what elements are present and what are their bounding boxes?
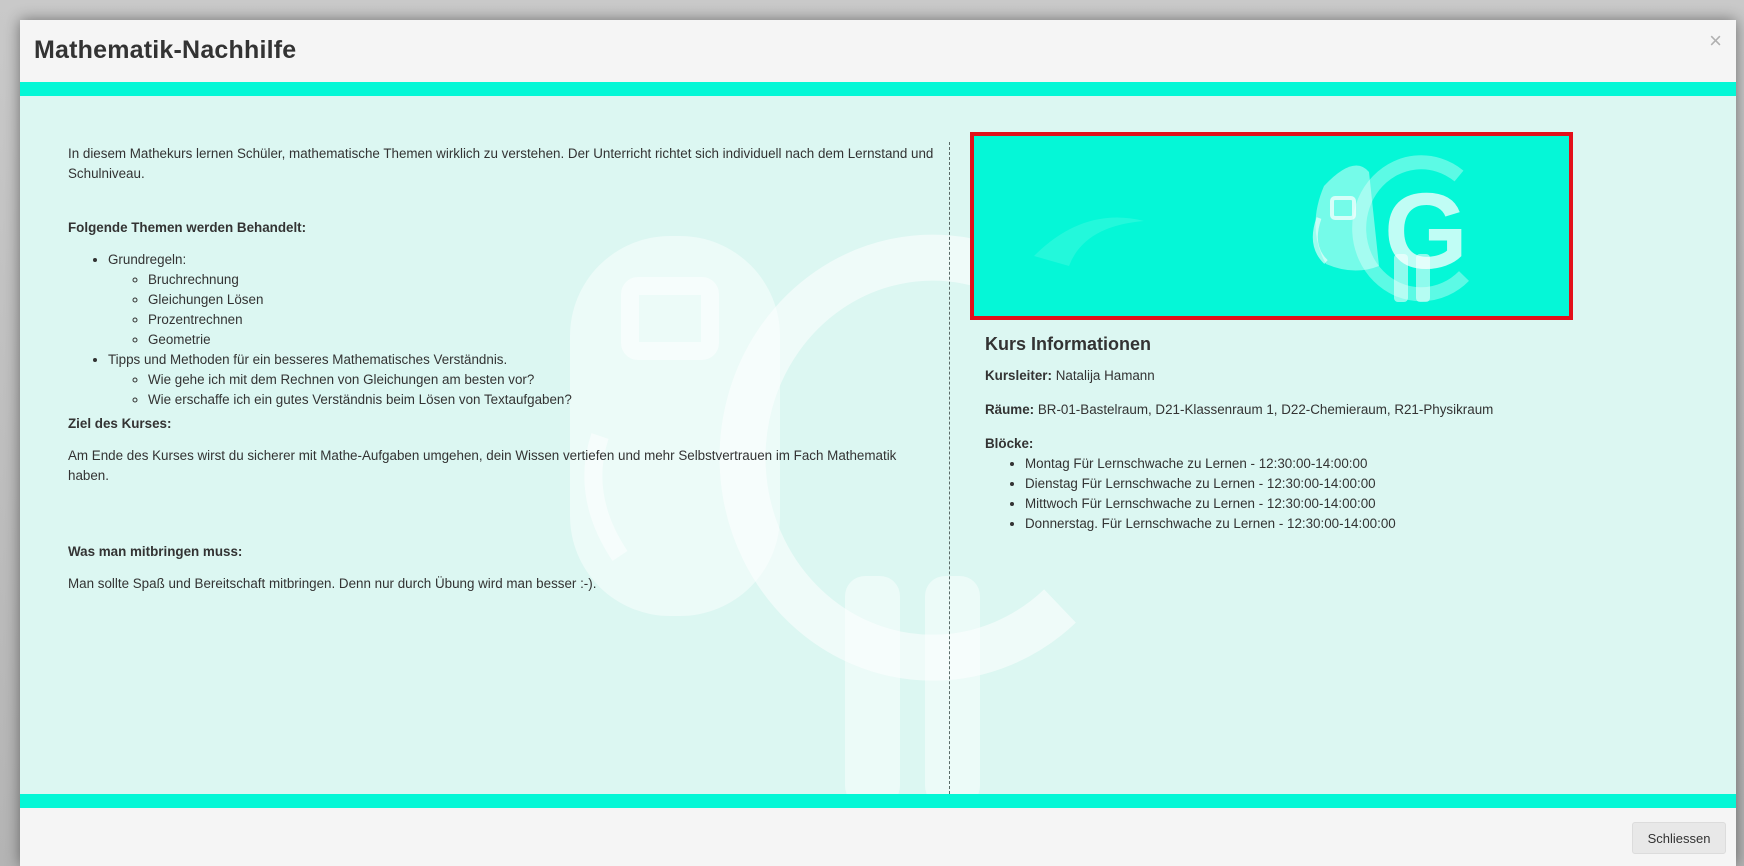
list-item: Montag Für Lernschwache zu Lernen - 12:3… (1025, 454, 1705, 474)
list-item: Prozentrechnen (148, 310, 938, 330)
course-leader: Kursleiter: Natalija Hamann (985, 368, 1155, 383)
topics-list: Grundregeln: Bruchrechnung Gleichungen L… (68, 250, 938, 410)
close-icon[interactable]: × (1709, 30, 1722, 52)
modal-body: In diesem Mathekurs lernen Schüler, math… (20, 96, 1736, 814)
accent-band-top (20, 82, 1736, 96)
list-item: Gleichungen Lösen (148, 290, 938, 310)
sub-list: Wie gehe ich mit dem Rechnen von Gleichu… (108, 370, 938, 410)
list-item: Dienstag Für Lernschwache zu Lernen - 12… (1025, 474, 1705, 494)
goal-heading: Ziel des Kurses: (68, 416, 172, 431)
course-rooms: Räume: BR-01-Bastelraum, D21-Klassenraum… (985, 402, 1494, 417)
course-description: In diesem Mathekurs lernen Schüler, math… (68, 144, 938, 594)
course-info: Kurs Informationen Kursleiter: Natalija … (985, 332, 1705, 534)
goal-text: Am Ende des Kurses wirst du sicherer mit… (68, 448, 897, 483)
course-info-heading: Kurs Informationen (985, 334, 1152, 354)
column-divider (949, 142, 950, 814)
course-blocks-label: Blöcke: (985, 436, 1034, 451)
accent-band-bottom (20, 794, 1736, 808)
modal-header: Mathematik-Nachhilfe × (20, 20, 1736, 82)
intro-text: In diesem Mathekurs lernen Schüler, math… (68, 146, 934, 181)
logo-letter-g: G (1352, 155, 1469, 302)
sub-list: Bruchrechnung Gleichungen Lösen Prozentr… (108, 270, 938, 350)
list-item: Grundregeln: Bruchrechnung Gleichungen L… (108, 250, 938, 350)
list-item: Tipps und Methoden für ein besseres Math… (108, 350, 938, 410)
list-item: Wie gehe ich mit dem Rechnen von Gleichu… (148, 370, 938, 390)
list-item: Wie erschaffe ich ein gutes Verständnis … (148, 390, 938, 410)
list-item: Donnerstag. Für Lernschwache zu Lernen -… (1025, 514, 1705, 534)
modal-title: Mathematik-Nachhilfe (34, 36, 297, 64)
topics-heading: Folgende Themen werden Behandelt: (68, 220, 307, 235)
blocks-list: Montag Für Lernschwache zu Lernen - 12:3… (985, 454, 1705, 534)
banner-art: G (1034, 155, 1469, 302)
course-modal: Mathematik-Nachhilfe × In diesem Matheku… (20, 20, 1736, 866)
list-item: Mittwoch Für Lernschwache zu Lernen - 12… (1025, 494, 1705, 514)
requirements-text: Man sollte Spaß und Bereitschaft mitbrin… (68, 576, 597, 591)
close-button[interactable]: Schliessen (1632, 822, 1726, 854)
course-banner-image: G (970, 132, 1573, 320)
modal-footer: Schliessen (20, 808, 1736, 866)
list-item: Geometrie (148, 330, 938, 350)
requirements-heading: Was man mitbringen muss: (68, 544, 243, 559)
list-item: Bruchrechnung (148, 270, 938, 290)
